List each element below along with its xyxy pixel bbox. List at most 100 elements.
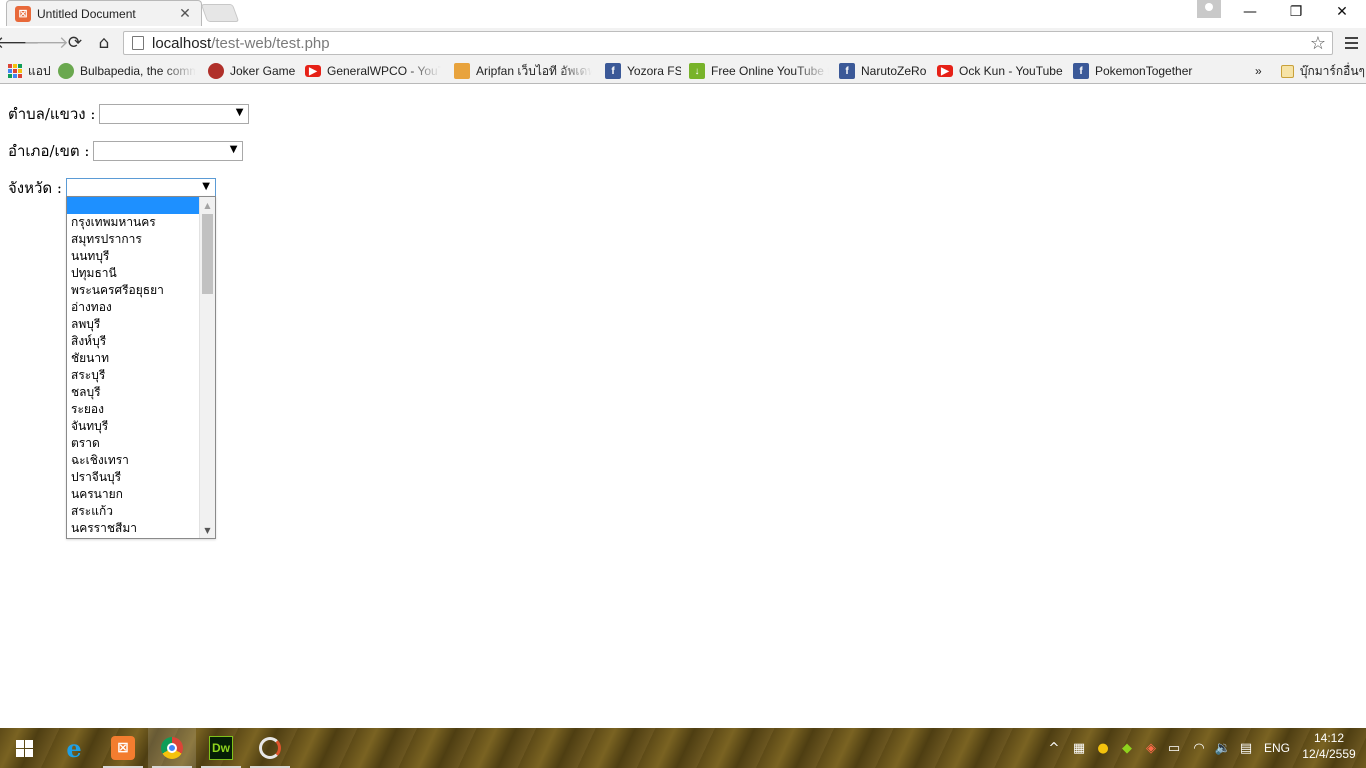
- province-option[interactable]: ชลบุรี: [67, 384, 200, 401]
- other-bookmarks-folder[interactable]: บุ๊กมาร์กอื่นๆ: [1281, 62, 1365, 80]
- url-path: /test-web/test.php: [211, 34, 330, 52]
- bookmark-ock-kun[interactable]: ▶ Ock Kun - YouTube: [937, 62, 1063, 80]
- province-option[interactable]: สิงห์บุรี: [67, 333, 200, 350]
- joker-icon: [208, 63, 224, 79]
- tray-network-app-icon[interactable]: ◆: [1117, 728, 1137, 768]
- profile-button[interactable]: [1197, 0, 1221, 18]
- browser-titlebar: ⊠ Untitled Document ✕ — ❐ ✕: [0, 0, 1366, 28]
- province-option[interactable]: [67, 197, 200, 214]
- bookmark-apps[interactable]: แอป: [8, 62, 52, 80]
- start-button[interactable]: [0, 728, 48, 768]
- province-option[interactable]: จันทบุรี: [67, 418, 200, 435]
- address-bar[interactable]: localhost/test-web/test.php ☆: [123, 31, 1333, 55]
- chrome-menu-button[interactable]: [1341, 33, 1361, 53]
- district-row: อำเภอ/เขต : ▼: [8, 139, 244, 163]
- bookmark-bulbapedia[interactable]: Bulbapedia, the comm: [58, 62, 196, 80]
- bookmark-label: บุ๊กมาร์กอื่นๆ: [1299, 63, 1365, 78]
- province-option[interactable]: ปทุมธานี: [67, 265, 200, 282]
- bookmark-label: Yozora FS: [627, 64, 681, 78]
- province-options: กรุงเทพมหานคร สมุทรปราการ นนทบุรี ปทุมธานีพ…: [67, 197, 200, 537]
- bookmark-yozora-fs[interactable]: f Yozora FS: [605, 62, 681, 80]
- language-indicator[interactable]: ENG: [1262, 728, 1292, 768]
- aripfan-icon: [454, 63, 470, 79]
- dreamweaver-icon: Dw: [209, 736, 233, 760]
- bookmark-joker-game[interactable]: Joker Game: [208, 62, 298, 80]
- scroll-down-icon[interactable]: ▼: [200, 522, 215, 538]
- province-option[interactable]: ระยอง: [67, 401, 200, 418]
- wifi-icon[interactable]: ◠: [1188, 728, 1210, 768]
- volume-icon[interactable]: 🔉: [1212, 728, 1234, 768]
- tab-close-icon[interactable]: ✕: [177, 6, 193, 22]
- province-option[interactable]: สระแก้ว: [67, 503, 200, 520]
- taskbar-edge[interactable]: e: [50, 728, 98, 768]
- bookmark-label: Aripfan เว็บไอที อัพเดทข่: [476, 63, 592, 78]
- province-option[interactable]: นนทบุรี: [67, 248, 200, 265]
- province-option[interactable]: ปราจีนบุรี: [67, 469, 200, 486]
- notifications-icon[interactable]: ▤: [1236, 728, 1256, 768]
- bookmark-star-icon[interactable]: ☆: [1310, 33, 1326, 54]
- bookmarks-bar: แอป Bulbapedia, the comm Joker Game ▶ Ge…: [0, 58, 1366, 84]
- maximize-button[interactable]: ❐: [1273, 0, 1319, 24]
- minimize-button[interactable]: —: [1227, 0, 1273, 24]
- province-option[interactable]: พระนครศรีอยุธยา: [67, 282, 200, 299]
- tray-app-icon[interactable]: ▦: [1069, 728, 1089, 768]
- facebook-icon: f: [605, 63, 621, 79]
- bookmark-aripfan[interactable]: Aripfan เว็บไอที อัพเดทข่: [454, 62, 592, 80]
- province-option[interactable]: นครราชสีมา: [67, 520, 200, 537]
- province-option[interactable]: สระบุรี: [67, 367, 200, 384]
- bookmarks-overflow-button[interactable]: »: [1255, 62, 1267, 80]
- tray-overflow-icon[interactable]: ^: [1044, 728, 1064, 768]
- bookmark-narutozero[interactable]: f NarutoZeRo: [839, 62, 929, 80]
- scrollbar-thumb[interactable]: [202, 214, 213, 294]
- new-tab-button[interactable]: [200, 4, 240, 22]
- bookmark-generalwpco[interactable]: ▶ GeneralWPCO - YouTu: [305, 62, 441, 80]
- bookmark-label: PokemonTogether: [1095, 64, 1193, 78]
- close-window-button[interactable]: ✕: [1319, 0, 1365, 24]
- xampp-icon: ⊠: [111, 736, 135, 760]
- province-option[interactable]: ชัยนาท: [67, 350, 200, 367]
- taskbar-xampp[interactable]: ⊠: [99, 728, 147, 768]
- province-option[interactable]: ลพบุรี: [67, 316, 200, 333]
- bookmark-free-online-youtube[interactable]: ↓ Free Online YouTube t: [689, 62, 829, 80]
- subdistrict-select[interactable]: ▼: [99, 104, 250, 124]
- province-option[interactable]: ตราด: [67, 435, 200, 452]
- reload-icon: ⟳: [67, 33, 83, 53]
- subdistrict-label: ตำบล/แขวง :: [8, 105, 96, 123]
- province-option[interactable]: อ่างทอง: [67, 299, 200, 316]
- url-text[interactable]: localhost/test-web/test.php: [152, 35, 330, 52]
- dropdown-scrollbar[interactable]: ▲ ▼: [199, 197, 215, 538]
- clock-time: 14:12: [1313, 731, 1345, 745]
- battery-icon[interactable]: ▭: [1164, 728, 1184, 768]
- district-select[interactable]: ▼: [93, 141, 244, 161]
- taskbar-clock[interactable]: 14:12 12/4/2559: [1296, 730, 1362, 762]
- bookmark-label: แอป: [28, 63, 51, 78]
- tray-security-icon[interactable]: ◈: [1141, 728, 1161, 768]
- province-label: จังหวัด :: [8, 179, 62, 197]
- tray-norton-icon[interactable]: ●: [1093, 728, 1113, 768]
- bookmark-label: NarutoZeRo: [861, 64, 927, 78]
- bookmark-pokemontogether[interactable]: f PokemonTogether: [1073, 62, 1197, 80]
- province-option[interactable]: ฉะเชิงเทรา: [67, 452, 200, 469]
- windows-logo-icon: [15, 739, 33, 757]
- browser-tab-active[interactable]: ⊠ Untitled Document ✕: [6, 0, 202, 26]
- taskbar-app[interactable]: [246, 728, 294, 768]
- reload-button[interactable]: ⟳: [64, 32, 86, 54]
- home-button[interactable]: ⌂: [93, 32, 115, 54]
- province-option[interactable]: กรุงเทพมหานคร: [67, 214, 200, 231]
- page-icon: [132, 36, 144, 50]
- bookmark-label: Joker Game: [230, 64, 296, 78]
- taskbar-dreamweaver[interactable]: Dw: [197, 728, 245, 768]
- province-option[interactable]: นครนายก: [67, 486, 200, 503]
- page-content: ตำบล/แขวง : ▼ อำเภอ/เขต : ▼ จังหวัด : ▼ …: [0, 85, 1366, 728]
- bookmark-label: Bulbapedia, the comm: [80, 64, 196, 78]
- subdistrict-row: ตำบล/แขวง : ▼: [8, 102, 250, 126]
- province-dropdown-list[interactable]: กรุงเทพมหานคร สมุทรปราการ นนทบุรี ปทุมธานีพ…: [66, 196, 216, 539]
- scroll-up-icon[interactable]: ▲: [200, 197, 215, 213]
- province-select[interactable]: ▼: [66, 178, 216, 198]
- province-option[interactable]: สมุทรปราการ: [67, 231, 200, 248]
- bookmark-label: Ock Kun - YouTube: [959, 64, 1063, 78]
- forward-button[interactable]: 🡒: [23, 32, 69, 54]
- app-icon: [259, 737, 281, 759]
- taskbar-chrome[interactable]: [148, 728, 196, 768]
- facebook-icon: f: [1073, 63, 1089, 79]
